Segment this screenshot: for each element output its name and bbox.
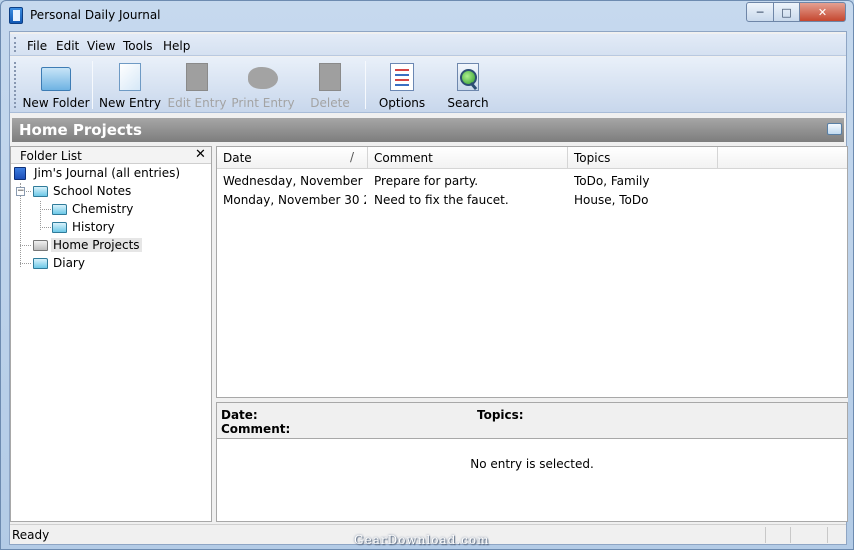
- folder-icon: [52, 222, 67, 233]
- sort-indicator-icon: /: [350, 150, 355, 164]
- delete-label: Delete: [310, 96, 350, 110]
- menu-help[interactable]: Help: [163, 39, 190, 53]
- status-divider: [790, 527, 791, 543]
- new-folder-button[interactable]: New Folder: [22, 57, 90, 113]
- options-checklist-icon: [390, 63, 414, 91]
- toolbar: New Folder New Entry Edit Entry Print En…: [10, 57, 846, 113]
- current-folder-header: Home Projects: [12, 118, 844, 142]
- options-button[interactable]: Options: [370, 57, 434, 113]
- journal-book-icon: [14, 167, 26, 180]
- tree-item-label: Diary: [53, 256, 85, 270]
- tree-item-chemistry[interactable]: Chemistry: [11, 201, 211, 219]
- folder-list-pane: Folder List ✕ Jim's Journal (all entries…: [10, 146, 212, 522]
- edit-entry-button[interactable]: Edit Entry: [165, 57, 229, 113]
- cell-topics: House, ToDo: [574, 193, 649, 207]
- title-bar[interactable]: Personal Daily Journal ─ □ ✕: [1, 1, 853, 31]
- delete-button[interactable]: Delete: [298, 57, 362, 113]
- detail-date-label: Date:: [221, 408, 258, 422]
- folder-icon: [33, 186, 48, 197]
- tree-item-label: Chemistry: [72, 202, 134, 216]
- column-header-topics[interactable]: Topics: [568, 147, 718, 168]
- toolbar-separator: [92, 61, 93, 109]
- tree-item-all-entries[interactable]: Jim's Journal (all entries): [11, 165, 211, 183]
- printer-icon: [248, 67, 278, 89]
- print-entry-label: Print Entry: [231, 96, 295, 110]
- search-label: Search: [447, 96, 489, 110]
- watermark: GearDownload.com: [354, 533, 490, 547]
- cell-comment: Need to fix the faucet.: [374, 193, 509, 207]
- entries-list-header: Date / Comment Topics: [217, 147, 847, 169]
- column-topics-label: Topics: [574, 151, 611, 165]
- new-folder-label: New Folder: [22, 96, 90, 110]
- maximize-button[interactable]: □: [773, 2, 800, 22]
- new-page-icon: [119, 63, 141, 91]
- edit-entry-label: Edit Entry: [167, 96, 227, 110]
- table-row[interactable]: Monday, November 30 2... Need to fix the…: [217, 191, 847, 210]
- client-area: File Edit View Tools Help New Folder New…: [9, 31, 848, 545]
- print-entry-button[interactable]: Print Entry: [231, 57, 295, 113]
- tree-item-label: Home Projects: [51, 238, 142, 252]
- menu-grip[interactable]: [14, 37, 17, 52]
- detail-comment-label: Comment:: [221, 422, 291, 436]
- window-title: Personal Daily Journal: [30, 8, 161, 22]
- cell-date: Monday, November 30 2...: [223, 193, 366, 207]
- search-button[interactable]: Search: [436, 57, 500, 113]
- column-header-comment[interactable]: Comment: [368, 147, 568, 168]
- folder-list-title: Folder List: [20, 149, 82, 163]
- new-entry-label: New Entry: [99, 96, 161, 110]
- menu-view[interactable]: View: [87, 39, 115, 53]
- tree-item-label: Jim's Journal (all entries): [34, 166, 181, 180]
- new-entry-button[interactable]: New Entry: [96, 57, 164, 113]
- cell-date: Wednesday, November 2...: [223, 174, 366, 188]
- current-folder-title: Home Projects: [19, 121, 142, 139]
- toolbar-grip[interactable]: [14, 62, 17, 108]
- status-divider: [827, 527, 828, 543]
- table-row[interactable]: Wednesday, November 2... Prepare for par…: [217, 172, 847, 191]
- tree-item-history[interactable]: History: [11, 219, 211, 237]
- menu-edit[interactable]: Edit: [56, 39, 79, 53]
- close-button[interactable]: ✕: [799, 2, 846, 22]
- app-window: Personal Daily Journal ─ □ ✕ File Edit V…: [0, 0, 854, 550]
- minimize-button[interactable]: ─: [746, 2, 774, 22]
- folder-list-header: Folder List ✕: [11, 147, 211, 164]
- search-icon: [457, 63, 479, 91]
- tree-item-home-projects[interactable]: Home Projects: [11, 237, 211, 255]
- tree-item-label: School Notes: [53, 184, 132, 198]
- edit-page-icon: [186, 63, 208, 91]
- column-header-date[interactable]: Date /: [217, 147, 368, 168]
- status-divider: [765, 527, 766, 543]
- cell-topics: ToDo, Family: [574, 174, 650, 188]
- entry-detail-pane: Date: Topics: Comment: No entry is selec…: [216, 402, 848, 522]
- entry-detail-header: Date: Topics: Comment:: [217, 403, 847, 439]
- folder-icon: [33, 258, 48, 269]
- close-folder-list-button[interactable]: ✕: [195, 147, 206, 162]
- no-entry-message: No entry is selected.: [470, 457, 594, 471]
- folder-icon: [52, 204, 67, 215]
- options-label: Options: [378, 96, 426, 110]
- detail-topics-label: Topics:: [477, 408, 524, 422]
- folder-open-icon[interactable]: [827, 123, 842, 135]
- tree-item-label: History: [72, 220, 115, 234]
- folder-icon: [41, 67, 71, 91]
- toolbar-separator: [365, 61, 366, 109]
- journal-app-icon[interactable]: [9, 7, 23, 24]
- menu-tools[interactable]: Tools: [123, 39, 153, 53]
- menu-bar: File Edit View Tools Help: [10, 34, 846, 56]
- delete-icon: [319, 63, 341, 91]
- entries-list: Date / Comment Topics Wednesday, Novembe…: [216, 146, 848, 398]
- column-comment-label: Comment: [374, 151, 433, 165]
- tree-item-school-notes[interactable]: School Notes: [11, 183, 211, 201]
- folder-open-icon: [33, 240, 48, 251]
- menu-file[interactable]: File: [27, 39, 47, 53]
- column-date-label: Date: [223, 151, 252, 165]
- status-text: Ready: [12, 528, 50, 542]
- tree-item-diary[interactable]: Diary: [11, 255, 211, 273]
- cell-comment: Prepare for party.: [374, 174, 479, 188]
